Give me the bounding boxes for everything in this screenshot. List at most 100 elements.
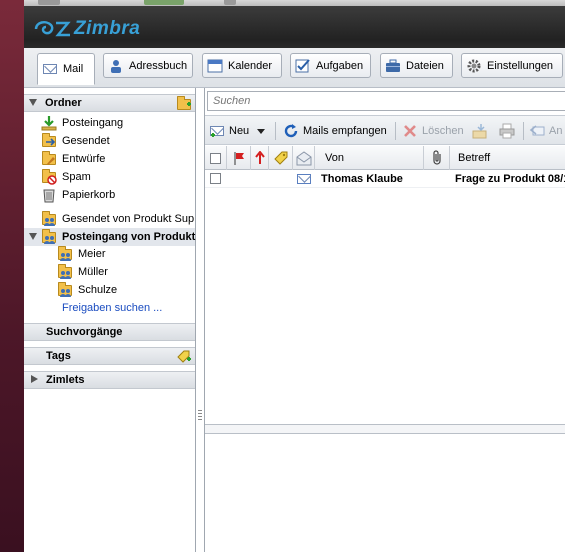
status-column[interactable] <box>293 146 315 170</box>
zimlets-section-header[interactable]: Zimlets <box>24 371 195 389</box>
from-column[interactable]: Von <box>315 146 424 170</box>
new-button-label: Neu <box>229 125 250 137</box>
folders-section-header[interactable]: Ordner <box>24 94 195 112</box>
find-shares-link[interactable]: Freigaben suchen ... <box>62 299 162 317</box>
flag-column[interactable] <box>227 146 251 170</box>
folder-label: Posteingang <box>62 117 124 129</box>
move-button[interactable] <box>472 122 492 140</box>
new-folder-icon[interactable] <box>176 96 192 111</box>
folder-label: Meier <box>78 248 106 260</box>
folder-sidebar: Ordner Posteingang Gesendet Entwürfe Spa… <box>24 88 196 552</box>
brand-name: Zimbra <box>74 18 141 39</box>
refresh-icon <box>283 123 299 139</box>
chevron-down-icon[interactable] <box>257 128 266 134</box>
delete-x-icon <box>402 123 418 139</box>
folder-papierkorb[interactable]: Papierkorb <box>41 186 115 204</box>
shared-folder-icon <box>57 282 73 298</box>
tab-dateien[interactable]: Dateien <box>380 53 453 78</box>
pane-splitter[interactable] <box>196 88 204 552</box>
reply-button[interactable]: An <box>529 122 562 140</box>
collapse-triangle-icon[interactable] <box>29 97 37 109</box>
folder-label: Gesendet von Produkt Sup <box>62 213 195 225</box>
searches-header-label: Suchvorgänge <box>46 326 123 338</box>
message-row[interactable]: Thomas Klaube Frage zu Produkt 08/1 <box>205 170 565 188</box>
read-status-icon <box>296 151 311 166</box>
new-tag-icon[interactable] <box>176 349 192 367</box>
zimbra-logo[interactable]: Zimbra <box>32 17 140 41</box>
tag-column[interactable] <box>269 146 293 170</box>
folder-schulze[interactable]: Schulze <box>57 281 117 299</box>
subject-column[interactable]: Betreff <box>450 146 565 170</box>
folder-label: Spam <box>62 171 91 183</box>
get-mail-label: Mails empfangen <box>303 125 387 137</box>
app-header: Zimbra <box>24 6 565 48</box>
tasks-icon <box>295 58 311 74</box>
app-tab-bar: Mail Adressbuch Kalender Aufgaben Dateie… <box>24 48 565 88</box>
priority-arrow-icon <box>254 151 265 164</box>
print-button[interactable] <box>499 122 519 140</box>
new-message-button[interactable]: Neu <box>209 122 266 140</box>
folder-spam[interactable]: Spam <box>41 168 91 186</box>
tab-label: Mail <box>63 63 84 75</box>
trash-icon <box>41 187 57 203</box>
folder-meier[interactable]: Meier <box>57 245 106 263</box>
tags-section-header[interactable]: Tags <box>24 347 195 365</box>
delete-button[interactable]: Löschen <box>402 122 464 140</box>
attachment-column[interactable] <box>424 146 450 170</box>
tab-label: Aufgaben <box>316 59 364 72</box>
tab-label: Dateien <box>406 59 444 72</box>
folder-gesendet-von-produkt[interactable]: Gesendet von Produkt Sup <box>41 210 194 228</box>
select-all-checkbox[interactable] <box>210 152 221 164</box>
reply-label: An <box>549 125 563 137</box>
folder-entwuerfe[interactable]: Entwürfe <box>41 150 105 168</box>
briefcase-icon <box>385 58 401 74</box>
tab-aufgaben[interactable]: Aufgaben <box>290 53 371 78</box>
message-sender: Thomas Klaube <box>321 172 403 185</box>
message-list-header: Von Betreff <box>205 146 565 170</box>
shared-folder-icon <box>41 211 57 227</box>
subject-column-label: Betreff <box>458 152 491 164</box>
priority-column[interactable] <box>251 146 269 170</box>
collapse-triangle-icon[interactable] <box>29 231 37 243</box>
mail-toolbar: Neu Mails empfangen Löschen An <box>205 115 565 145</box>
tab-einstellungen[interactable]: Einstellungen <box>461 53 563 78</box>
tab-kalender[interactable]: Kalender <box>202 53 282 78</box>
tab-mail[interactable]: Mail <box>37 53 95 85</box>
shared-folder-icon <box>41 229 57 245</box>
folder-mueller[interactable]: Müller <box>57 263 108 281</box>
tab-adressbuch[interactable]: Adressbuch <box>103 53 193 78</box>
zimlets-header-label: Zimlets <box>46 374 85 386</box>
reading-pane-splitter[interactable] <box>205 424 565 434</box>
tag-icon <box>273 151 287 165</box>
folder-posteingang[interactable]: Posteingang <box>41 114 123 132</box>
zimbra-swirl-icon <box>34 20 71 37</box>
tab-label: Adressbuch <box>129 59 188 72</box>
from-column-label: Von <box>325 152 344 164</box>
calendar-icon <box>207 58 223 74</box>
desktop-background <box>0 0 24 552</box>
paperclip-icon <box>432 150 441 165</box>
flag-icon <box>234 152 244 165</box>
reply-icon <box>529 123 545 139</box>
folder-posteingang-von-produkt[interactable]: Posteingang von Produkt <box>24 228 195 246</box>
folder-gesendet[interactable]: Gesendet <box>41 132 110 150</box>
folder-label: Müller <box>78 266 108 278</box>
message-checkbox[interactable] <box>210 173 221 184</box>
select-all-column[interactable] <box>205 146 227 170</box>
shared-folder-icon <box>57 264 73 280</box>
mail-list-pane: Neu Mails empfangen Löschen <box>204 88 565 552</box>
search-input[interactable] <box>207 91 565 111</box>
zimbra-app: Zimbra Mail Adressbuch Kalender Aufgaben <box>24 6 565 552</box>
new-mail-icon <box>209 123 225 139</box>
message-subject: Frage zu Produkt 08/1 <box>455 172 565 185</box>
drafts-folder-icon <box>41 151 57 167</box>
searches-section-header[interactable]: Suchvorgänge <box>24 323 195 341</box>
tab-label: Kalender <box>228 59 273 72</box>
gear-icon <box>466 58 482 74</box>
tab-label: Einstellungen <box>487 59 554 72</box>
printer-icon <box>499 123 515 139</box>
sent-folder-icon <box>41 133 57 149</box>
expand-triangle-icon[interactable] <box>31 374 38 386</box>
get-mail-button[interactable]: Mails empfangen <box>283 122 387 140</box>
folder-label: Schulze <box>78 284 118 296</box>
